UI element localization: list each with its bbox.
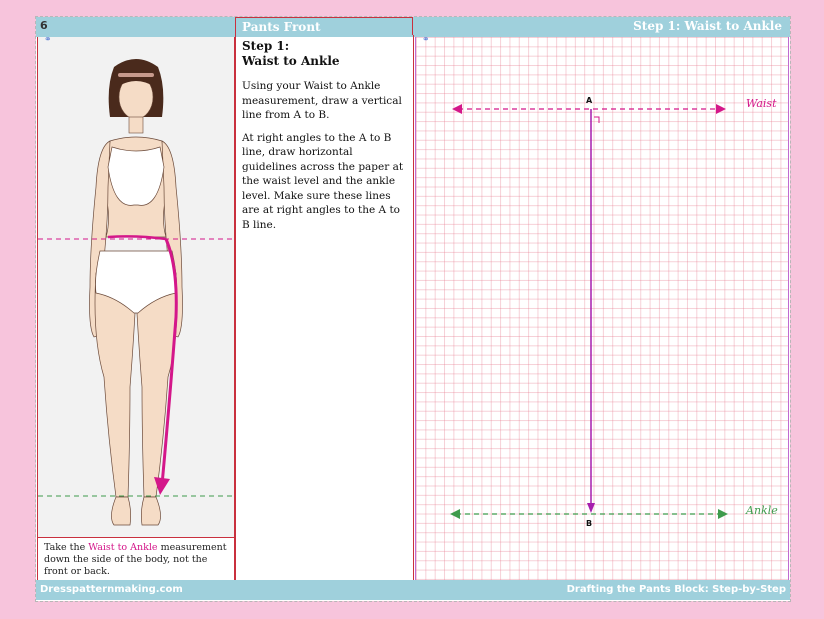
- point-a-label: A: [586, 96, 593, 105]
- caption-highlight: Waist to Ankle: [88, 542, 158, 553]
- waist-label: Waist: [746, 97, 777, 110]
- page: 6 Pants Front Step 1: Waist to Ankle ⚭ T…: [35, 16, 791, 602]
- b-arrow-head: [587, 503, 595, 513]
- figure-caption: Take the Waist to Ankle measurement down…: [37, 537, 235, 581]
- draft-diagram: A B Waist Ankle: [450, 96, 778, 528]
- book-title: Drafting the Pants Block: Step-by-Step: [566, 584, 786, 595]
- ankle-label: Ankle: [745, 504, 778, 517]
- caption-text: Take the: [44, 542, 89, 553]
- step-heading: Step 1: Waist to Ankle: [242, 39, 407, 69]
- waist-right-arrow: [716, 104, 726, 114]
- step-name: Waist to Ankle: [242, 54, 340, 68]
- section-title: Pants Front: [235, 17, 413, 35]
- step-number: Step 1:: [242, 39, 290, 53]
- header-bar: 6 Pants Front Step 1: Waist to Ankle: [36, 17, 790, 37]
- ankle-left-arrow: [450, 509, 460, 519]
- figure-panel: ⚭: [37, 37, 235, 537]
- instruction-paragraph-2: At right angles to the A to B line, draw…: [242, 131, 404, 231]
- ankle-right-arrow: [718, 509, 728, 519]
- right-angle-mark: [594, 116, 600, 123]
- point-b-label: B: [586, 519, 592, 528]
- instruction-paragraph-1: Using your Waist to Ankle measurement, d…: [242, 80, 402, 121]
- website-link[interactable]: Dresspatternmaking.com: [40, 584, 183, 595]
- headband-shape: [118, 73, 154, 77]
- page-number: 6: [40, 19, 48, 32]
- step-title-header: Step 1: Waist to Ankle: [633, 19, 782, 33]
- waist-left-arrow: [452, 104, 462, 114]
- instructions-panel: Step 1: Waist to Ankle Using your Waist …: [235, 35, 414, 581]
- footer-bar: Dresspatternmaking.com Drafting the Pant…: [36, 580, 790, 600]
- drafting-grid: ⚭ A B Waist Ankle: [415, 37, 789, 580]
- body-figure-illustration: [38, 59, 234, 526]
- link-icon: ⚭: [44, 37, 52, 45]
